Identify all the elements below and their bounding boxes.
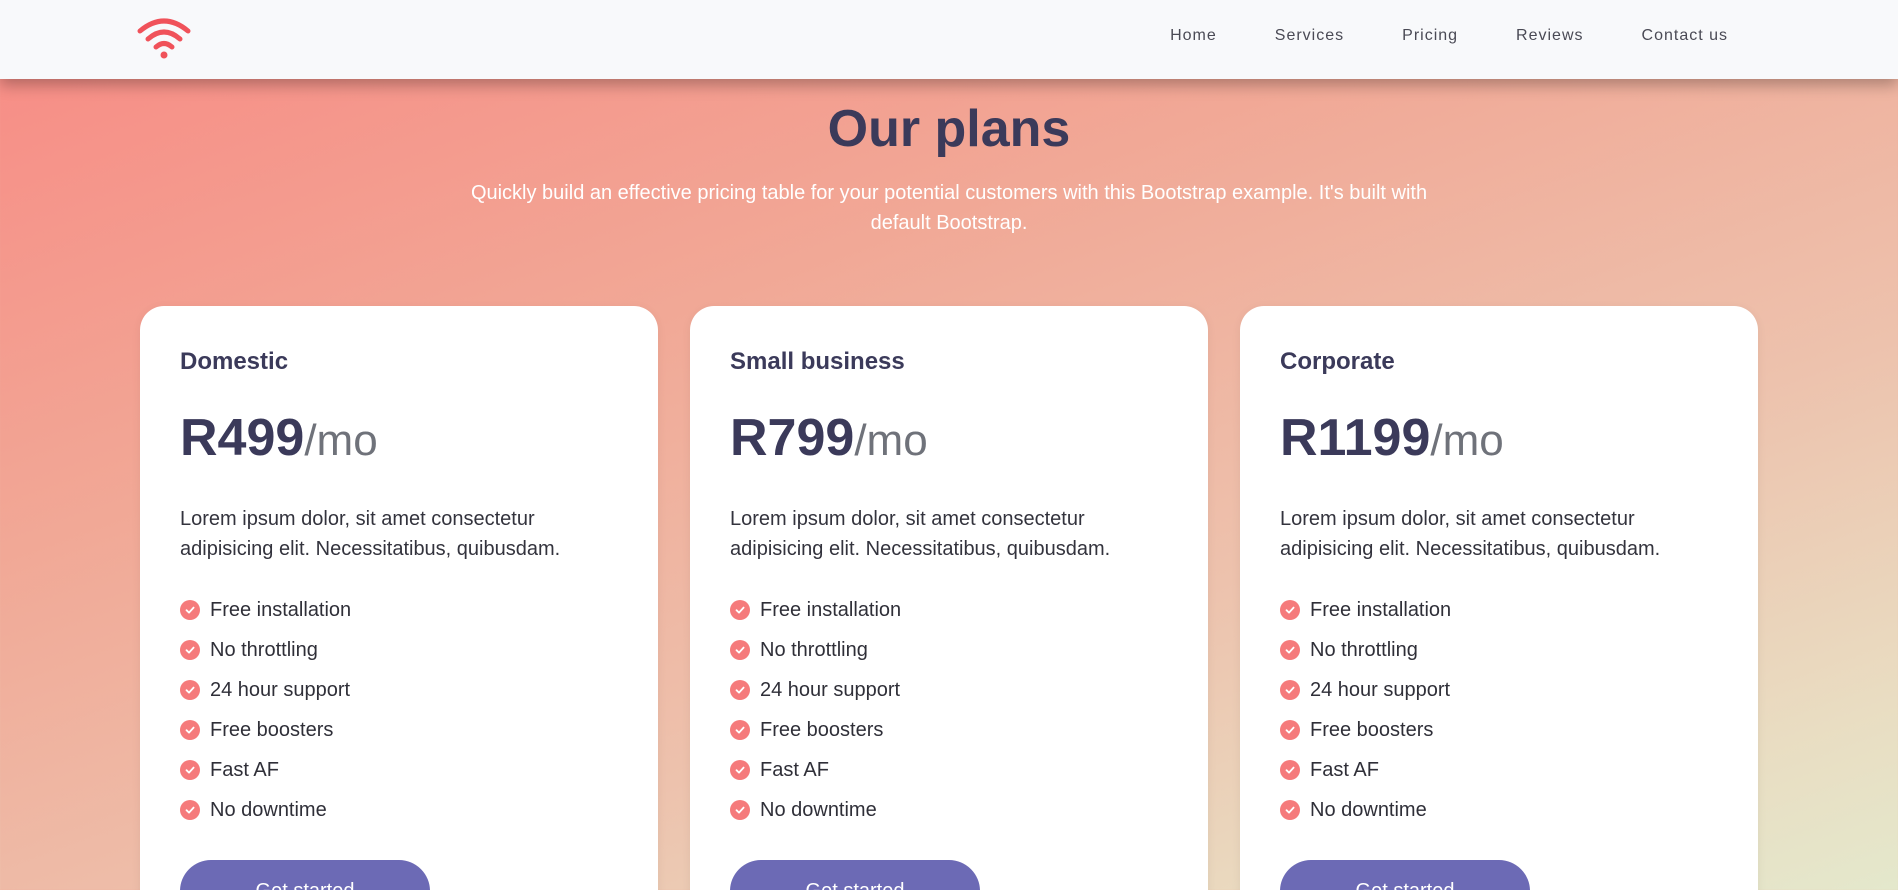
check-icon bbox=[730, 600, 750, 620]
check-icon bbox=[1280, 600, 1300, 620]
feature-item: No throttling bbox=[730, 630, 1168, 670]
check-icon bbox=[730, 680, 750, 700]
feature-label: 24 hour support bbox=[1310, 678, 1451, 701]
plan-description: Lorem ipsum dolor, sit amet consectetur … bbox=[1280, 508, 1661, 560]
price-period: /mo bbox=[854, 416, 928, 465]
check-icon bbox=[730, 720, 750, 740]
plan-description: Lorem ipsum dolor, sit amet consectetur … bbox=[730, 508, 1111, 560]
check-icon bbox=[180, 720, 200, 740]
feature-item: Fast AF bbox=[1280, 750, 1718, 790]
nav-link-home[interactable]: Home bbox=[1170, 27, 1217, 45]
check-icon bbox=[1280, 680, 1300, 700]
nav-links: Home Services Pricing Reviews Contact us bbox=[1112, 0, 1728, 72]
get-started-button[interactable]: Get started bbox=[180, 860, 430, 890]
check-icon bbox=[180, 680, 200, 700]
plan-price: R799/mo bbox=[730, 410, 1168, 466]
feature-list: Free installation No throttling 24 hour … bbox=[180, 590, 618, 830]
feature-label: No downtime bbox=[1310, 798, 1427, 821]
feature-item: No downtime bbox=[730, 790, 1168, 830]
nav-link-reviews[interactable]: Reviews bbox=[1516, 27, 1583, 45]
check-icon bbox=[730, 640, 750, 660]
get-started-button[interactable]: Get started bbox=[730, 860, 980, 890]
feature-item: 24 hour support bbox=[1280, 670, 1718, 710]
price-amount: R799 bbox=[730, 409, 855, 467]
feature-list: Free installation No throttling 24 hour … bbox=[1280, 590, 1718, 830]
feature-item: Free boosters bbox=[180, 710, 618, 750]
check-icon bbox=[1280, 760, 1300, 780]
feature-label: 24 hour support bbox=[760, 678, 901, 701]
nav-link-contact[interactable]: Contact us bbox=[1642, 27, 1728, 45]
get-started-button[interactable]: Get started bbox=[1280, 860, 1530, 890]
nav-link-pricing[interactable]: Pricing bbox=[1402, 27, 1458, 45]
feature-label: No downtime bbox=[760, 798, 877, 821]
feature-item: Free boosters bbox=[1280, 710, 1718, 750]
plan-card-domestic: Domestic R499/mo Lorem ipsum dolor, sit … bbox=[140, 306, 658, 890]
plan-name: Corporate bbox=[1280, 348, 1395, 375]
feature-item: Fast AF bbox=[730, 750, 1168, 790]
check-icon bbox=[180, 640, 200, 660]
feature-label: Fast AF bbox=[1310, 758, 1379, 781]
feature-item: Free installation bbox=[1280, 590, 1718, 630]
plan-name: Domestic bbox=[180, 348, 289, 375]
feature-label: 24 hour support bbox=[210, 678, 351, 701]
feature-item: No downtime bbox=[180, 790, 618, 830]
page-subtitle: Quickly build an effective pricing table… bbox=[470, 182, 1428, 234]
price-amount: R499 bbox=[180, 409, 305, 467]
wifi-icon[interactable] bbox=[137, 17, 191, 61]
plan-card-small-business: Small business R799/mo Lorem ipsum dolor… bbox=[690, 306, 1208, 890]
check-icon bbox=[730, 760, 750, 780]
feature-label: Free boosters bbox=[210, 718, 334, 741]
plan-card-corporate: Corporate R1199/mo Lorem ipsum dolor, si… bbox=[1240, 306, 1758, 890]
feature-item: Fast AF bbox=[180, 750, 618, 790]
check-icon bbox=[180, 760, 200, 780]
plan-name: Small business bbox=[730, 348, 905, 375]
navbar: Home Services Pricing Reviews Contact us bbox=[0, 0, 1898, 79]
page-title: Our plans bbox=[827, 100, 1071, 158]
feature-list: Free installation No throttling 24 hour … bbox=[730, 590, 1168, 830]
nav-link-services[interactable]: Services bbox=[1275, 27, 1344, 45]
feature-item: No downtime bbox=[1280, 790, 1718, 830]
feature-item: 24 hour support bbox=[730, 670, 1168, 710]
feature-label: Fast AF bbox=[210, 758, 279, 781]
feature-label: Free boosters bbox=[760, 718, 884, 741]
plan-description: Lorem ipsum dolor, sit amet consectetur … bbox=[180, 508, 561, 560]
feature-label: No throttling bbox=[210, 638, 318, 661]
feature-item: No throttling bbox=[1280, 630, 1718, 670]
price-period: /mo bbox=[1430, 416, 1504, 465]
feature-item: 24 hour support bbox=[180, 670, 618, 710]
price-amount: R1199 bbox=[1280, 409, 1431, 467]
price-period: /mo bbox=[304, 416, 378, 465]
feature-item: Free boosters bbox=[730, 710, 1168, 750]
feature-item: No throttling bbox=[180, 630, 618, 670]
feature-item: Free installation bbox=[180, 590, 618, 630]
feature-label: Free installation bbox=[210, 598, 352, 621]
check-icon bbox=[1280, 640, 1300, 660]
feature-label: No throttling bbox=[760, 638, 868, 661]
feature-label: No downtime bbox=[210, 798, 327, 821]
plan-price: R1199/mo bbox=[1280, 410, 1718, 466]
check-icon bbox=[1280, 720, 1300, 740]
plan-price: R499/mo bbox=[180, 410, 618, 466]
feature-label: Free installation bbox=[760, 598, 902, 621]
feature-label: Fast AF bbox=[760, 758, 829, 781]
feature-label: No throttling bbox=[1310, 638, 1418, 661]
feature-item: Free installation bbox=[730, 590, 1168, 630]
check-icon bbox=[180, 600, 200, 620]
check-icon bbox=[1280, 800, 1300, 820]
feature-label: Free installation bbox=[1310, 598, 1452, 621]
check-icon bbox=[730, 800, 750, 820]
feature-label: Free boosters bbox=[1310, 718, 1434, 741]
check-icon bbox=[180, 800, 200, 820]
